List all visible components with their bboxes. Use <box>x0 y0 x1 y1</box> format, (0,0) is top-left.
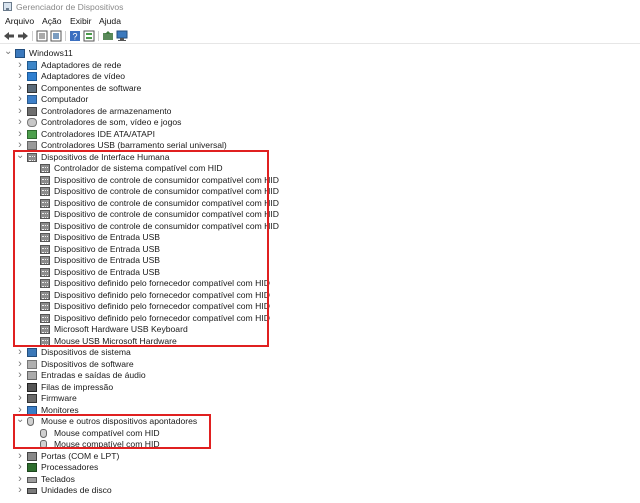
tree-root[interactable]: ⌄ Windows11 <box>0 47 600 60</box>
category-node-label: Unidades de disco <box>41 485 112 495</box>
category-node[interactable]: › Computador <box>0 94 600 106</box>
category-node[interactable]: › Componentes de software <box>0 82 600 95</box>
show-hide-icon[interactable] <box>50 30 62 42</box>
expand-chevron-icon[interactable]: › <box>16 450 24 462</box>
expand-chevron-icon[interactable]: › <box>16 82 24 94</box>
help-icon[interactable]: ? <box>69 30 81 42</box>
tree-root-label: Windows11 <box>29 48 73 58</box>
category-node[interactable]: › Teclados <box>0 473 600 486</box>
expand-chevron-icon[interactable]: › <box>16 462 24 473</box>
scan-hardware-icon[interactable] <box>116 30 128 42</box>
firm-device-icon <box>27 394 37 403</box>
category-node[interactable]: › Filas de impressão <box>0 381 600 394</box>
audio-device-icon <box>27 371 37 380</box>
category-node-label: Portas (COM e LPT) <box>41 450 120 461</box>
category-node-label: Dispositivos de software <box>41 358 134 369</box>
category-node-label: Controladores de som, vídeo e jogos <box>41 117 182 127</box>
expand-chevron-icon[interactable]: › <box>16 117 24 128</box>
category-node-label: Filas de impressão <box>41 381 114 392</box>
storage-device-icon <box>27 106 37 116</box>
expand-chevron-icon[interactable]: › <box>16 358 24 370</box>
highlight-box-hid <box>13 150 269 347</box>
ide-device-icon <box>27 129 37 139</box>
sound-device-icon <box>27 118 37 127</box>
expand-chevron-icon[interactable]: › <box>16 347 24 358</box>
category-node-label: Computador <box>41 94 89 104</box>
category-node[interactable]: › Controladores de som, vídeo e jogos <box>0 117 600 129</box>
expand-chevron-icon[interactable]: › <box>16 59 24 71</box>
list-icon[interactable] <box>83 30 95 42</box>
usb-device-icon <box>27 141 37 150</box>
video-device-icon <box>27 72 37 81</box>
expand-chevron-icon[interactable]: › <box>16 128 24 140</box>
proc-device-icon <box>27 463 37 472</box>
print-device-icon <box>27 382 37 392</box>
ports-device-icon <box>27 451 37 461</box>
category-node-label: Adaptadores de rede <box>41 59 122 70</box>
net-device-icon <box>27 60 37 70</box>
highlight-box-mouse <box>13 414 211 449</box>
toolbar-separator <box>32 31 33 41</box>
category-node[interactable]: › Adaptadores de rede <box>0 59 600 72</box>
expand-chevron-icon[interactable]: › <box>16 473 24 485</box>
soft-device-icon <box>27 359 37 369</box>
toolbar-separator <box>98 31 99 41</box>
computer-device-icon <box>27 95 37 104</box>
device-manager-icon <box>3 2 12 11</box>
category-node[interactable]: › Controladores IDE ATA/ATAPI <box>0 128 600 141</box>
category-node[interactable]: › Processadores <box>0 462 600 474</box>
category-node[interactable]: › Adaptadores de vídeo <box>0 71 600 83</box>
disk-device-icon <box>27 488 37 494</box>
kbd-device-icon <box>27 476 37 483</box>
expand-chevron-icon[interactable]: › <box>16 393 24 404</box>
category-node-label: Componentes de software <box>41 82 142 93</box>
category-node-label: Teclados <box>41 473 75 484</box>
toolbar-separator <box>65 31 66 41</box>
root-device-icon <box>15 49 25 58</box>
expand-chevron-icon[interactable]: › <box>16 105 24 117</box>
menu-acao[interactable]: Ação <box>42 16 62 26</box>
expand-chevron-icon[interactable]: › <box>16 381 24 393</box>
menu-bar: Arquivo Ação Exibir Ajuda <box>0 14 640 28</box>
svg-text:?: ? <box>72 32 77 42</box>
category-node-label: Controladores IDE ATA/ATAPI <box>41 128 155 139</box>
expand-chevron-icon[interactable]: › <box>16 370 24 381</box>
title-bar: Gerenciador de Dispositivos <box>0 0 640 14</box>
comp-device-icon <box>27 83 37 93</box>
category-node-label: Dispositivos de sistema <box>41 347 131 357</box>
menu-ajuda[interactable]: Ajuda <box>99 16 121 26</box>
sysdev-device-icon <box>27 348 37 357</box>
menu-exibir[interactable]: Exibir <box>70 16 92 26</box>
toolbar: ? <box>0 28 640 44</box>
category-node[interactable]: › Controladores de armazenamento <box>0 105 600 118</box>
expand-chevron-icon[interactable]: › <box>16 94 24 105</box>
expand-chevron-icon[interactable]: › <box>16 71 24 82</box>
category-node-label: Firmware <box>41 393 77 403</box>
category-node[interactable]: › Dispositivos de sistema <box>0 347 600 359</box>
collapse-chevron-icon[interactable]: ⌄ <box>4 47 12 59</box>
expand-chevron-icon[interactable]: › <box>16 485 24 496</box>
category-node[interactable]: › Entradas e saídas de áudio <box>0 370 600 382</box>
window-title: Gerenciador de Dispositivos <box>16 2 124 12</box>
back-icon[interactable] <box>3 30 15 42</box>
category-node[interactable]: › Unidades de disco <box>0 485 600 497</box>
update-driver-icon[interactable] <box>102 30 114 42</box>
category-node-label: Adaptadores de vídeo <box>41 71 126 81</box>
category-node-label: Entradas e saídas de áudio <box>41 370 146 380</box>
category-node-label: Processadores <box>41 462 99 472</box>
category-node[interactable]: › Firmware <box>0 393 600 405</box>
menu-arquivo[interactable]: Arquivo <box>5 16 34 26</box>
properties-icon[interactable] <box>36 30 48 42</box>
category-node[interactable]: › Portas (COM e LPT) <box>0 450 600 463</box>
category-node-label: Controladores de armazenamento <box>41 105 172 116</box>
forward-icon[interactable] <box>17 30 29 42</box>
category-node[interactable]: › Dispositivos de software <box>0 358 600 371</box>
